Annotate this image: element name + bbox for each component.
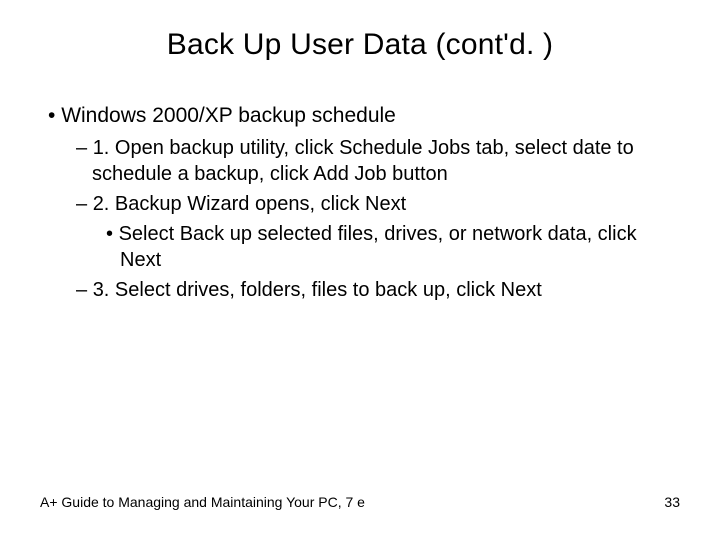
slide-footer: A+ Guide to Managing and Maintaining You… [40,494,680,510]
bullet-level2-step1: 1. Open backup utility, click Schedule J… [40,135,680,187]
footer-page-number: 33 [664,494,680,510]
slide-title: Back Up User Data (cont'd. ) [40,28,680,62]
level2-step3-text: 3. Select drives, folders, files to back… [93,279,542,301]
footer-left: A+ Guide to Managing and Maintaining You… [40,494,365,510]
level1-text: Windows 2000/XP backup schedule [61,104,396,127]
slide-container: Back Up User Data (cont'd. ) Windows 200… [0,0,720,540]
level2-step1-text: 1. Open backup utility, click Schedule J… [92,137,634,185]
slide-content: Windows 2000/XP backup schedule 1. Open … [40,102,680,303]
level2-step2-text: 2. Backup Wizard opens, click Next [93,193,406,215]
bullet-level2-step2: 2. Backup Wizard opens, click Next [40,191,680,217]
level3-text: Select Back up selected files, drives, o… [119,223,637,271]
bullet-level2-step3: 3. Select drives, folders, files to back… [40,277,680,303]
bullet-level1: Windows 2000/XP backup schedule [40,102,680,129]
bullet-level3: Select Back up selected files, drives, o… [40,221,680,273]
